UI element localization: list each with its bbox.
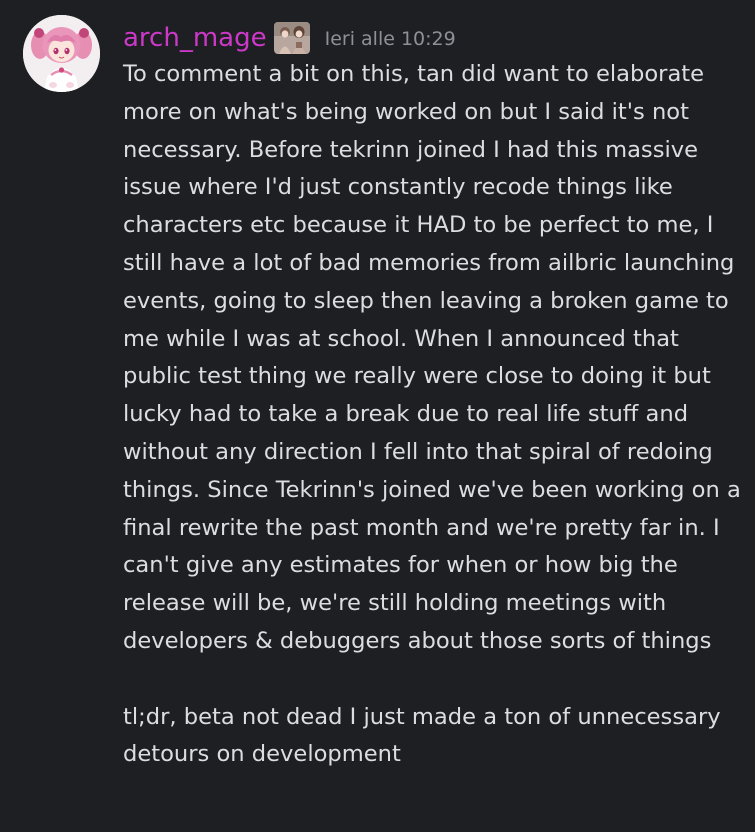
message-paragraph: To comment a bit on this, tan did want t… [123, 61, 741, 654]
message-timestamp[interactable]: Ieri alle 10:29 [325, 17, 456, 59]
message-body: To comment a bit on this, tan did want t… [123, 56, 743, 774]
character-badge-icon[interactable] [273, 22, 310, 54]
message-header: arch_mage Ieri alle 10:29 [123, 18, 743, 58]
role-badge-image [273, 22, 310, 54]
chat-message: arch_mage Ieri alle 10:29 To comment a b… [0, 0, 755, 832]
message-paragraph: tl;dr, beta not dead I just made a ton o… [123, 703, 721, 768]
anime-girl-avatar-icon [23, 15, 100, 92]
avatar[interactable] [23, 15, 100, 92]
message-content: arch_mage Ieri alle 10:29 To comment a b… [123, 18, 743, 774]
author-username[interactable]: arch_mage [123, 18, 267, 58]
